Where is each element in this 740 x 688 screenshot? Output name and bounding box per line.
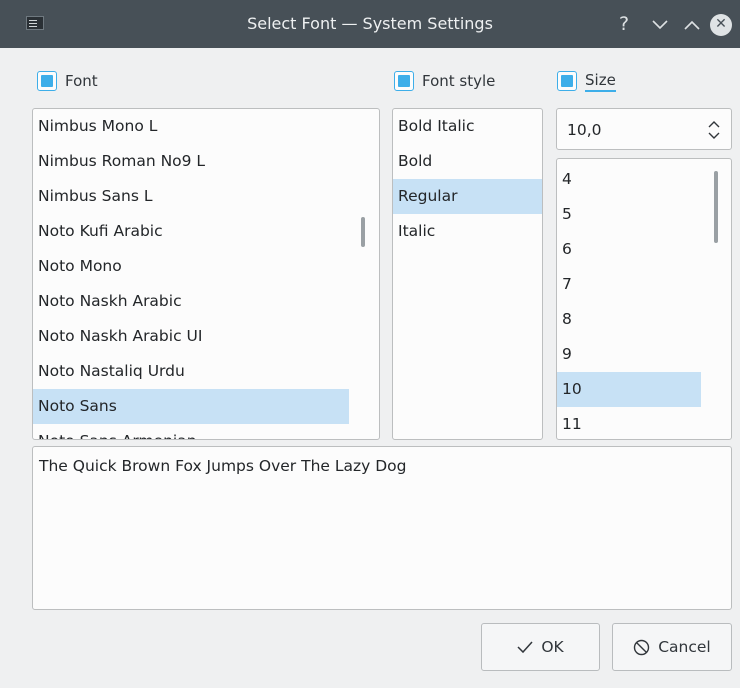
size-checkbox[interactable] [557,71,577,91]
list-item[interactable]: Nimbus Sans L [33,179,349,214]
list-item[interactable]: Noto Sans [33,389,349,424]
spin-arrows-icon[interactable] [707,118,721,142]
size-spinbox[interactable]: 10,0 [556,108,732,150]
list-item[interactable]: Nimbus Roman No9 L [33,144,349,179]
checkmark-icon [517,640,533,654]
font-list-scrollbar[interactable] [361,217,365,247]
font-header-label: Font [65,72,98,90]
font-style-list[interactable]: Bold Italic Bold Regular Italic [392,108,543,440]
list-item[interactable]: Noto Sans Armenian [33,424,349,439]
list-item[interactable]: Italic [393,214,542,249]
list-item[interactable]: 6 [557,232,701,267]
font-style-header-label: Font style [422,72,496,90]
minimize-button[interactable] [648,0,672,48]
list-item[interactable]: 10 [557,372,701,407]
list-item[interactable]: 7 [557,267,701,302]
maximize-button[interactable] [680,0,704,48]
title-bar: Select Font — System Settings ? ✕ [0,0,740,48]
close-button[interactable]: ✕ [710,14,732,36]
font-list[interactable]: Nimbus Mono L Nimbus Roman No9 L Nimbus Sa… [32,108,380,440]
font-style-header[interactable]: Font style [394,68,495,94]
size-list-scrollbar[interactable] [714,171,718,243]
list-item[interactable]: Noto Naskh Arabic [33,284,349,319]
list-item[interactable]: 11 [557,407,701,439]
preview-text: The Quick Brown Fox Jumps Over The Lazy … [39,457,407,475]
list-item[interactable]: Regular [393,179,542,214]
font-style-checkbox[interactable] [394,71,414,91]
cancel-icon [633,639,650,656]
size-header-label: Size [585,71,616,92]
size-spinbox-value: 10,0 [567,121,602,139]
list-item[interactable]: Nimbus Mono L [33,109,349,144]
list-item[interactable]: Noto Naskh Arabic UI [33,319,349,354]
list-item[interactable]: 5 [557,197,701,232]
list-item[interactable]: 8 [557,302,701,337]
chevron-up-icon [684,20,700,30]
ok-button-label: OK [541,638,564,656]
list-item[interactable]: Noto Mono [33,249,349,284]
size-list[interactable]: 4 5 6 7 8 9 10 11 [556,158,732,440]
list-item[interactable]: Bold [393,144,542,179]
font-checkbox[interactable] [37,71,57,91]
list-item[interactable]: 9 [557,337,701,372]
cancel-button-label: Cancel [658,638,711,656]
size-header[interactable]: Size [557,68,616,94]
list-item[interactable]: Noto Nastaliq Urdu [33,354,349,389]
font-preview[interactable]: The Quick Brown Fox Jumps Over The Lazy … [32,446,732,610]
font-header[interactable]: Font [37,68,98,94]
chevron-down-icon [652,20,668,30]
list-item[interactable]: Bold Italic [393,109,542,144]
cancel-button[interactable]: Cancel [612,623,732,671]
list-item[interactable]: Noto Kufi Arabic [33,214,349,249]
list-item[interactable]: 4 [557,162,701,197]
ok-button[interactable]: OK [481,623,600,671]
help-button[interactable]: ? [612,0,636,48]
